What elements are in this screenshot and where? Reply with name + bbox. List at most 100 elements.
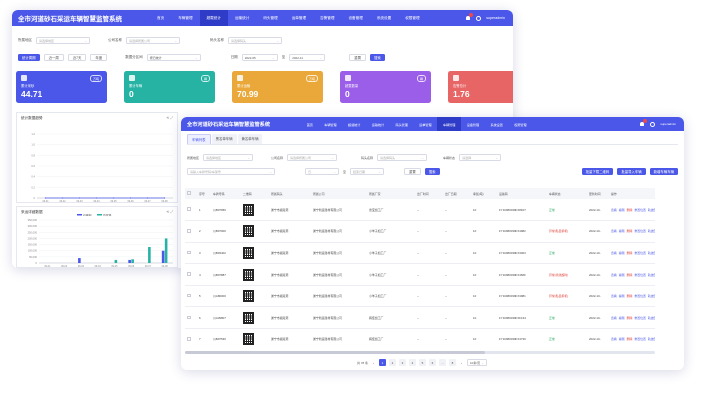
page-button[interactable]: 1 xyxy=(379,359,387,366)
dim-select[interactable]: 按日统计 xyxy=(146,54,201,61)
row-checkbox[interactable] xyxy=(187,272,191,276)
company-select[interactable]: 请选择所属公司 xyxy=(126,37,180,44)
row-action-4[interactable]: 轨迹回放 xyxy=(648,273,655,277)
row-action-0[interactable]: 查看 xyxy=(611,294,617,298)
page-button[interactable]: 4 xyxy=(409,359,417,366)
nav-item-0[interactable]: 首页 xyxy=(150,10,171,26)
qr-code-image[interactable] xyxy=(243,290,254,303)
nav-item-7[interactable]: 设备管理 xyxy=(341,10,369,26)
summary-card-4[interactable]: 万吨告警总计1.76 xyxy=(448,71,513,103)
nav-item-8[interactable]: 系统设置 xyxy=(485,117,509,131)
user-icon[interactable] xyxy=(650,121,656,127)
row-action-2[interactable]: 删除 xyxy=(627,316,633,320)
page-button[interactable]: 2 xyxy=(389,359,397,366)
dock-select[interactable]: 请选择码头 xyxy=(228,37,282,44)
period-option-3[interactable]: 年度 xyxy=(90,54,108,61)
qr-code-image[interactable] xyxy=(243,246,254,259)
row-action-0[interactable]: 查看 xyxy=(611,251,617,255)
company-select[interactable]: 请选择所属公司 xyxy=(287,154,338,161)
summary-card-2[interactable]: 万吨 累计运输 70.99 xyxy=(232,71,323,103)
row-action-1[interactable]: 编辑 xyxy=(619,337,625,341)
period-option-1[interactable]: 近一周 xyxy=(43,54,64,61)
qr-code-image[interactable] xyxy=(243,268,254,281)
nav-item-5[interactable]: 运单管理 xyxy=(414,117,438,131)
page-button[interactable]: 6 xyxy=(429,359,437,366)
qr-code-image[interactable] xyxy=(243,225,254,238)
row-action-4[interactable]: 轨迹回放 xyxy=(648,337,655,341)
row-action-1[interactable]: 编辑 xyxy=(619,208,625,212)
row-action-3[interactable]: 重置位置 xyxy=(634,208,646,212)
row-action-2[interactable]: 删除 xyxy=(627,294,633,298)
row-action-2[interactable]: 删除 xyxy=(627,229,633,233)
bell-icon[interactable] xyxy=(465,13,474,21)
row-action-0[interactable]: 查看 xyxy=(611,208,617,212)
page-size-select[interactable]: 10条/页 xyxy=(467,359,488,366)
table-row[interactable]: 7 川B07530 遂宁市嘉陵港 遂宁新运建材有限公司 韩佳加工厂 -- -- 10 FY100… xyxy=(185,328,655,350)
row-checkbox[interactable] xyxy=(187,293,191,298)
next-page-button[interactable]: › xyxy=(459,361,464,365)
table-row[interactable]: 4 川B07887 遂宁市嘉陵港 遂宁新运建材有限公司 小羊子加工厂 -- -- 10 FY10… xyxy=(185,263,655,286)
username[interactable]: superadmin xyxy=(660,122,676,126)
dock-select[interactable]: 请选择码头 xyxy=(377,154,428,161)
row-action-4[interactable]: 轨迹回放 xyxy=(648,229,655,233)
nav-item-8[interactable]: 系统设置 xyxy=(370,10,398,26)
reset-button[interactable]: 重置 xyxy=(349,54,366,61)
row-action-1[interactable]: 编辑 xyxy=(619,273,625,277)
summary-card-1[interactable]: 辆累计车辆 0 xyxy=(124,71,215,103)
nav-item-2[interactable]: 超载统计 xyxy=(199,10,228,26)
table-row[interactable]: 6 川A39807 遂宁市嘉陵港 遂宁新运建材有限公司 韩佳加工厂 -- -- 10 FY100… xyxy=(185,306,655,330)
nav-item-4[interactable]: 码头管理 xyxy=(390,117,414,131)
column-header[interactable] xyxy=(185,188,197,199)
row-checkbox[interactable] xyxy=(187,337,191,341)
qr-code-image[interactable] xyxy=(243,203,254,216)
nav-item-5[interactable]: 运单管理 xyxy=(285,10,313,26)
search-button[interactable]: 搜索 xyxy=(369,54,385,61)
nav-item-6[interactable]: 车辆管理 xyxy=(437,117,462,131)
add-vehicle-button[interactable]: 新增车辆车辆 xyxy=(649,168,678,175)
page-button[interactable]: 3 xyxy=(399,359,407,366)
row-action-3[interactable]: 重置位置 xyxy=(634,273,646,277)
area-select[interactable]: 请选择地区 xyxy=(36,37,90,44)
date-to-input[interactable]: 2022-11 xyxy=(289,54,326,61)
status-select[interactable]: 请选择 xyxy=(459,154,502,161)
period-option-2[interactable]: 近7天 xyxy=(67,54,87,61)
nav-item-4[interactable]: 码头管理 xyxy=(256,10,284,26)
row-action-0[interactable]: 查看 xyxy=(611,229,617,233)
start-date-input[interactable]: 日 xyxy=(305,168,339,175)
row-action-3[interactable]: 重置位置 xyxy=(634,337,646,341)
user-icon[interactable] xyxy=(476,15,482,21)
refresh-icon[interactable]: ⟲ xyxy=(166,116,169,120)
row-action-0[interactable]: 查看 xyxy=(611,273,617,277)
table-row[interactable]: 5 川A80000 遂宁市嘉陵港 遂宁新运建材有限公司 小羊子加工厂 -- -- 10 FY10… xyxy=(185,285,655,308)
nav-item-7[interactable]: 设备管理 xyxy=(461,117,485,131)
row-action-0[interactable]: 查看 xyxy=(611,316,617,320)
row-action-1[interactable]: 编辑 xyxy=(619,251,625,255)
expand-icon[interactable]: ⤢ xyxy=(170,116,173,120)
row-action-1[interactable]: 编辑 xyxy=(619,229,625,233)
tab-2[interactable]: 黄名单车辆 xyxy=(237,134,263,144)
qr-code-image[interactable] xyxy=(243,311,254,324)
nav-item-0[interactable]: 首页 xyxy=(301,117,319,131)
row-action-4[interactable]: 轨迹回放 xyxy=(648,251,655,255)
row-action-3[interactable]: 重置位置 xyxy=(634,294,646,298)
page-button[interactable]: ... xyxy=(439,359,447,366)
plate-search-input[interactable]: 请输入车牌号码/车架号 xyxy=(187,168,275,175)
page-button[interactable]: 8 xyxy=(449,359,457,366)
row-action-2[interactable]: 删除 xyxy=(627,208,633,212)
row-action-1[interactable]: 编辑 xyxy=(619,294,625,298)
period-week-button[interactable]: 统计周期 xyxy=(18,54,40,61)
row-action-2[interactable]: 删除 xyxy=(627,273,633,277)
horizontal-scrollbar[interactable] xyxy=(185,351,655,354)
row-action-3[interactable]: 重置位置 xyxy=(634,251,646,255)
qr-code-image[interactable] xyxy=(243,333,254,346)
nav-item-3[interactable]: 运输统计 xyxy=(228,10,256,26)
summary-card-0[interactable]: 万吨 累计采砂 44.71 xyxy=(16,71,107,103)
nav-item-6[interactable]: 告警管理 xyxy=(313,10,341,26)
row-action-4[interactable]: 轨迹回放 xyxy=(648,208,655,212)
area-select[interactable]: 请选择地区 xyxy=(203,154,254,161)
date-from-input[interactable]: 2022-05 xyxy=(241,54,278,61)
page-button[interactable]: 5 xyxy=(419,359,427,366)
nav-item-1[interactable]: 车辆管理 xyxy=(171,10,199,26)
prev-page-button[interactable]: ‹ xyxy=(371,361,376,365)
summary-card-3[interactable]: 辆超载数量 0 xyxy=(340,71,431,103)
